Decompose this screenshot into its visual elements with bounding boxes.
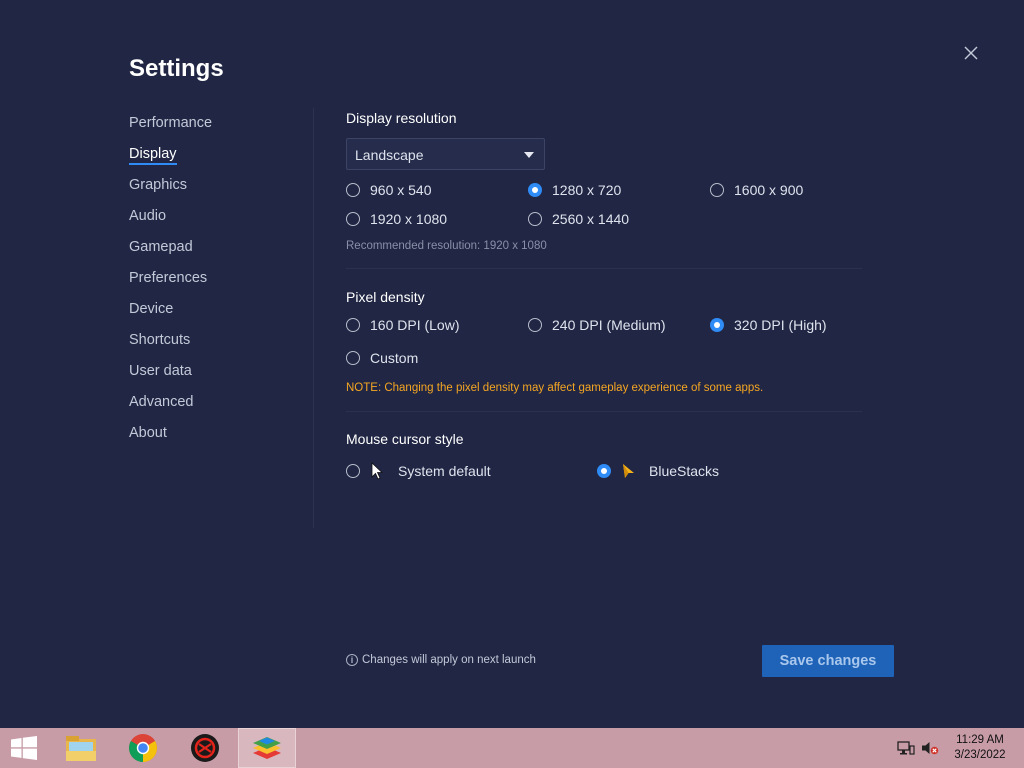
radio-icon — [528, 212, 542, 226]
sidebar-item-label: Advanced — [129, 394, 194, 410]
radio-label: 240 DPI (Medium) — [552, 317, 666, 333]
radio-icon — [346, 183, 360, 197]
sidebar-item-shortcuts[interactable]: Shortcuts — [129, 332, 299, 363]
radio-icon — [710, 183, 724, 197]
radio-label: 2560 x 1440 — [552, 211, 630, 227]
chrome-icon — [129, 734, 157, 762]
bluestacks-icon — [253, 737, 281, 759]
file-explorer-icon — [66, 736, 96, 761]
apply-info-text: Changes will apply on next launch — [362, 654, 536, 666]
sidebar-item-preferences[interactable]: Preferences — [129, 270, 299, 301]
taskbar-clock[interactable]: 11:29 AM 3/23/2022 — [948, 733, 1012, 763]
taskbar-chrome[interactable] — [114, 728, 172, 768]
cursor-radio-system-default[interactable]: System default — [346, 462, 491, 480]
sidebar-item-label: User data — [129, 363, 192, 379]
taskbar-bluestacks[interactable] — [238, 728, 296, 768]
taskbar-file-explorer[interactable] — [52, 728, 110, 768]
start-icon — [11, 736, 37, 760]
sidebar-item-display[interactable]: Display — [129, 146, 299, 177]
sidebar-item-label: About — [129, 425, 167, 441]
section-divider — [346, 411, 862, 412]
radio-label: Custom — [370, 350, 419, 366]
radio-checked-icon — [710, 318, 724, 332]
chevron-down-icon — [524, 152, 534, 158]
sidebar-item-advanced[interactable]: Advanced — [129, 394, 299, 425]
resolution-radio-2560x1440[interactable]: 2560 x 1440 — [528, 210, 629, 228]
radio-icon — [528, 318, 542, 332]
bluestacks-cursor-icon — [623, 464, 634, 478]
sidebar-item-label: Device — [129, 301, 174, 317]
sidebar-item-user-data[interactable]: User data — [129, 363, 299, 394]
resolution-radio-1600x900[interactable]: 1600 x 900 — [710, 181, 803, 199]
radio-icon — [346, 464, 360, 478]
clock-date: 3/23/2022 — [954, 749, 1006, 761]
radio-label: 960 x 540 — [370, 182, 432, 198]
sidebar-item-label: Audio — [129, 208, 167, 224]
page-title: Settings — [129, 55, 224, 82]
start-button[interactable] — [0, 728, 48, 768]
sidebar-item-graphics[interactable]: Graphics — [129, 177, 299, 208]
sidebar-item-device[interactable]: Device — [129, 301, 299, 332]
display-resolution-title: Display resolution — [346, 110, 457, 126]
cursor-radio-bluestacks[interactable]: BlueStacks — [597, 462, 719, 480]
radio-icon — [346, 351, 360, 365]
resolution-radio-1280x720[interactable]: 1280 x 720 — [528, 181, 621, 199]
resolution-radio-960x540[interactable]: 960 x 540 — [346, 181, 432, 199]
radio-label: 1600 x 900 — [734, 182, 804, 198]
dpi-radio-240[interactable]: 240 DPI (Medium) — [528, 316, 666, 334]
orientation-value: Landscape — [355, 147, 424, 163]
save-changes-button[interactable]: Save changes — [762, 645, 894, 677]
recommended-resolution-hint: Recommended resolution: 1920 x 1080 — [346, 240, 547, 252]
radio-checked-icon — [597, 464, 611, 478]
sidebar-item-label: Display — [129, 146, 177, 165]
orientation-dropdown[interactable]: Landscape — [346, 138, 545, 170]
sidebar-item-audio[interactable]: Audio — [129, 208, 299, 239]
game-app-icon — [191, 734, 219, 762]
volume-muted-icon[interactable] — [921, 740, 939, 756]
arrow-cursor-icon — [371, 462, 384, 480]
info-icon: i — [346, 654, 358, 666]
apply-info: i Changes will apply on next launch — [346, 654, 536, 666]
sidebar-item-label: Gamepad — [129, 239, 193, 255]
sidebar-item-label: Graphics — [129, 177, 188, 193]
close-icon — [964, 46, 978, 60]
radio-label: 1920 x 1080 — [370, 211, 448, 227]
radio-icon — [346, 212, 360, 226]
clock-time: 11:29 AM — [956, 734, 1004, 746]
radio-icon — [346, 318, 360, 332]
sidebar: Performance Display Graphics Audio Gamep… — [129, 115, 299, 456]
radio-checked-icon — [528, 183, 542, 197]
network-icon[interactable] — [897, 740, 915, 756]
sidebar-item-gamepad[interactable]: Gamepad — [129, 239, 299, 270]
dpi-radio-320[interactable]: 320 DPI (High) — [710, 316, 827, 334]
pixel-density-note: NOTE: Changing the pixel density may aff… — [346, 382, 764, 394]
radio-label: System default — [398, 463, 491, 479]
taskbar: 11:29 AM 3/23/2022 — [0, 728, 1024, 768]
sidebar-divider — [313, 108, 314, 528]
pixel-density-title: Pixel density — [346, 289, 425, 305]
sidebar-item-label: Shortcuts — [129, 332, 191, 348]
mouse-cursor-title: Mouse cursor style — [346, 431, 464, 447]
radio-label: BlueStacks — [649, 463, 720, 479]
resolution-radio-1920x1080[interactable]: 1920 x 1080 — [346, 210, 447, 228]
radio-label: 1280 x 720 — [552, 182, 622, 198]
close-button[interactable] — [960, 42, 982, 64]
radio-label: 320 DPI (High) — [734, 317, 827, 333]
sidebar-item-performance[interactable]: Performance — [129, 115, 299, 146]
sidebar-item-label: Preferences — [129, 270, 208, 286]
dpi-radio-160[interactable]: 160 DPI (Low) — [346, 316, 459, 334]
dpi-radio-custom[interactable]: Custom — [346, 349, 418, 367]
sidebar-item-about[interactable]: About — [129, 425, 299, 456]
taskbar-game-app[interactable] — [176, 728, 234, 768]
sidebar-item-label: Performance — [129, 115, 213, 131]
section-divider — [346, 268, 862, 269]
radio-label: 160 DPI (Low) — [370, 317, 460, 333]
